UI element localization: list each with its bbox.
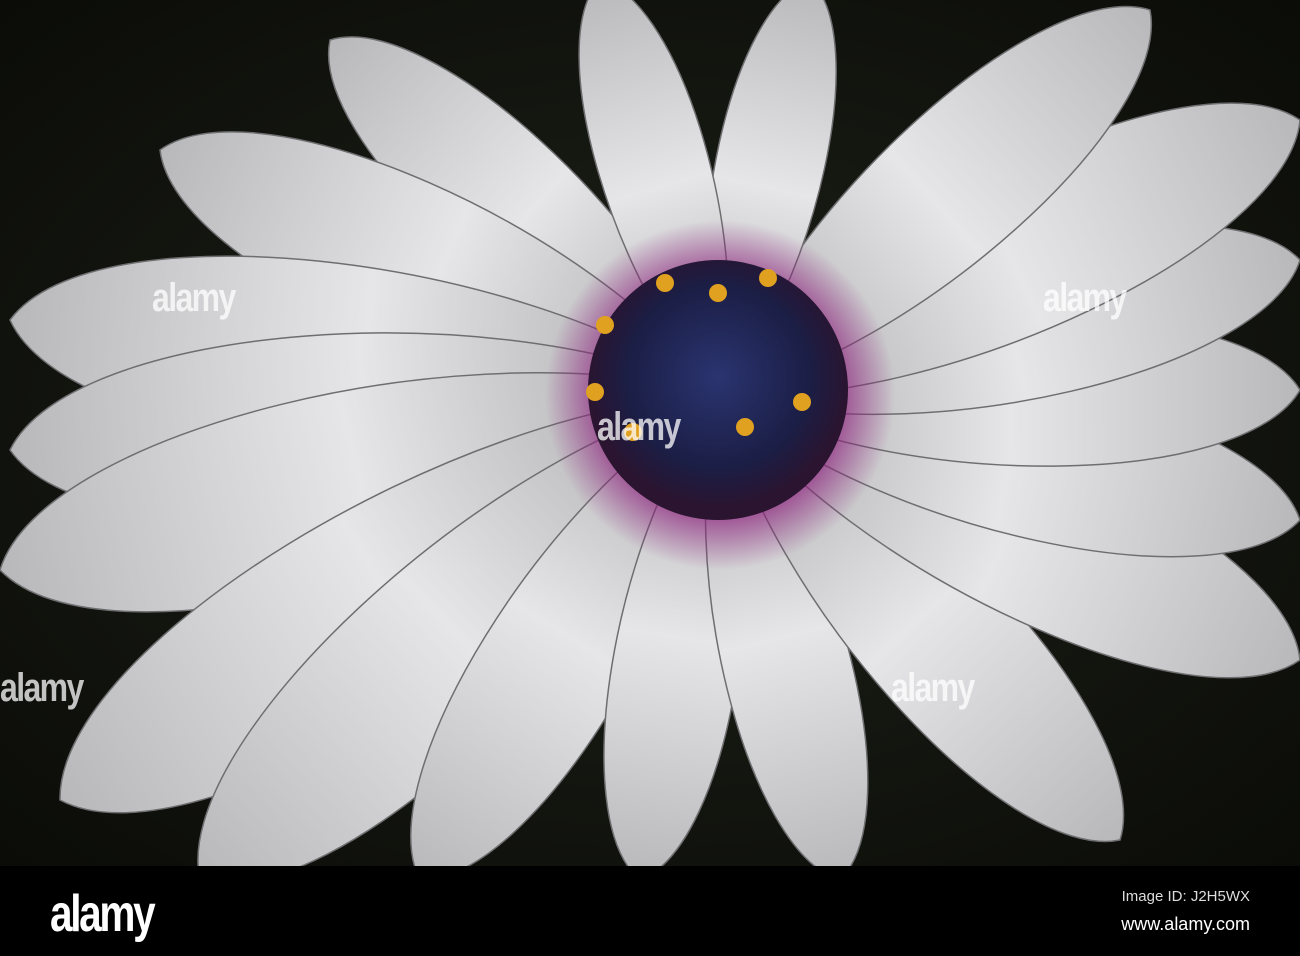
stock-photo: alamy alamy alamy alamy alamy alamy Imag…	[0, 0, 1300, 956]
watermark: alamy	[0, 666, 84, 710]
pollen-anther	[656, 274, 674, 292]
footer-bar: alamy Image ID: J2H5WX www.alamy.com	[0, 866, 1300, 956]
watermark: alamy	[891, 666, 975, 710]
pollen-anther	[759, 269, 777, 287]
watermark: alamy	[152, 276, 236, 320]
website-link: www.alamy.com	[1121, 914, 1250, 934]
pollen-anther	[736, 418, 754, 436]
pollen-anther	[596, 316, 614, 334]
alamy-logo: alamy	[50, 885, 156, 943]
pollen-anther	[709, 284, 727, 302]
watermark: alamy	[597, 405, 681, 449]
pollen-anther	[586, 383, 604, 401]
watermark: alamy	[1043, 276, 1127, 320]
pollen-anther	[793, 393, 811, 411]
image-id: Image ID: J2H5WX	[1121, 888, 1250, 905]
